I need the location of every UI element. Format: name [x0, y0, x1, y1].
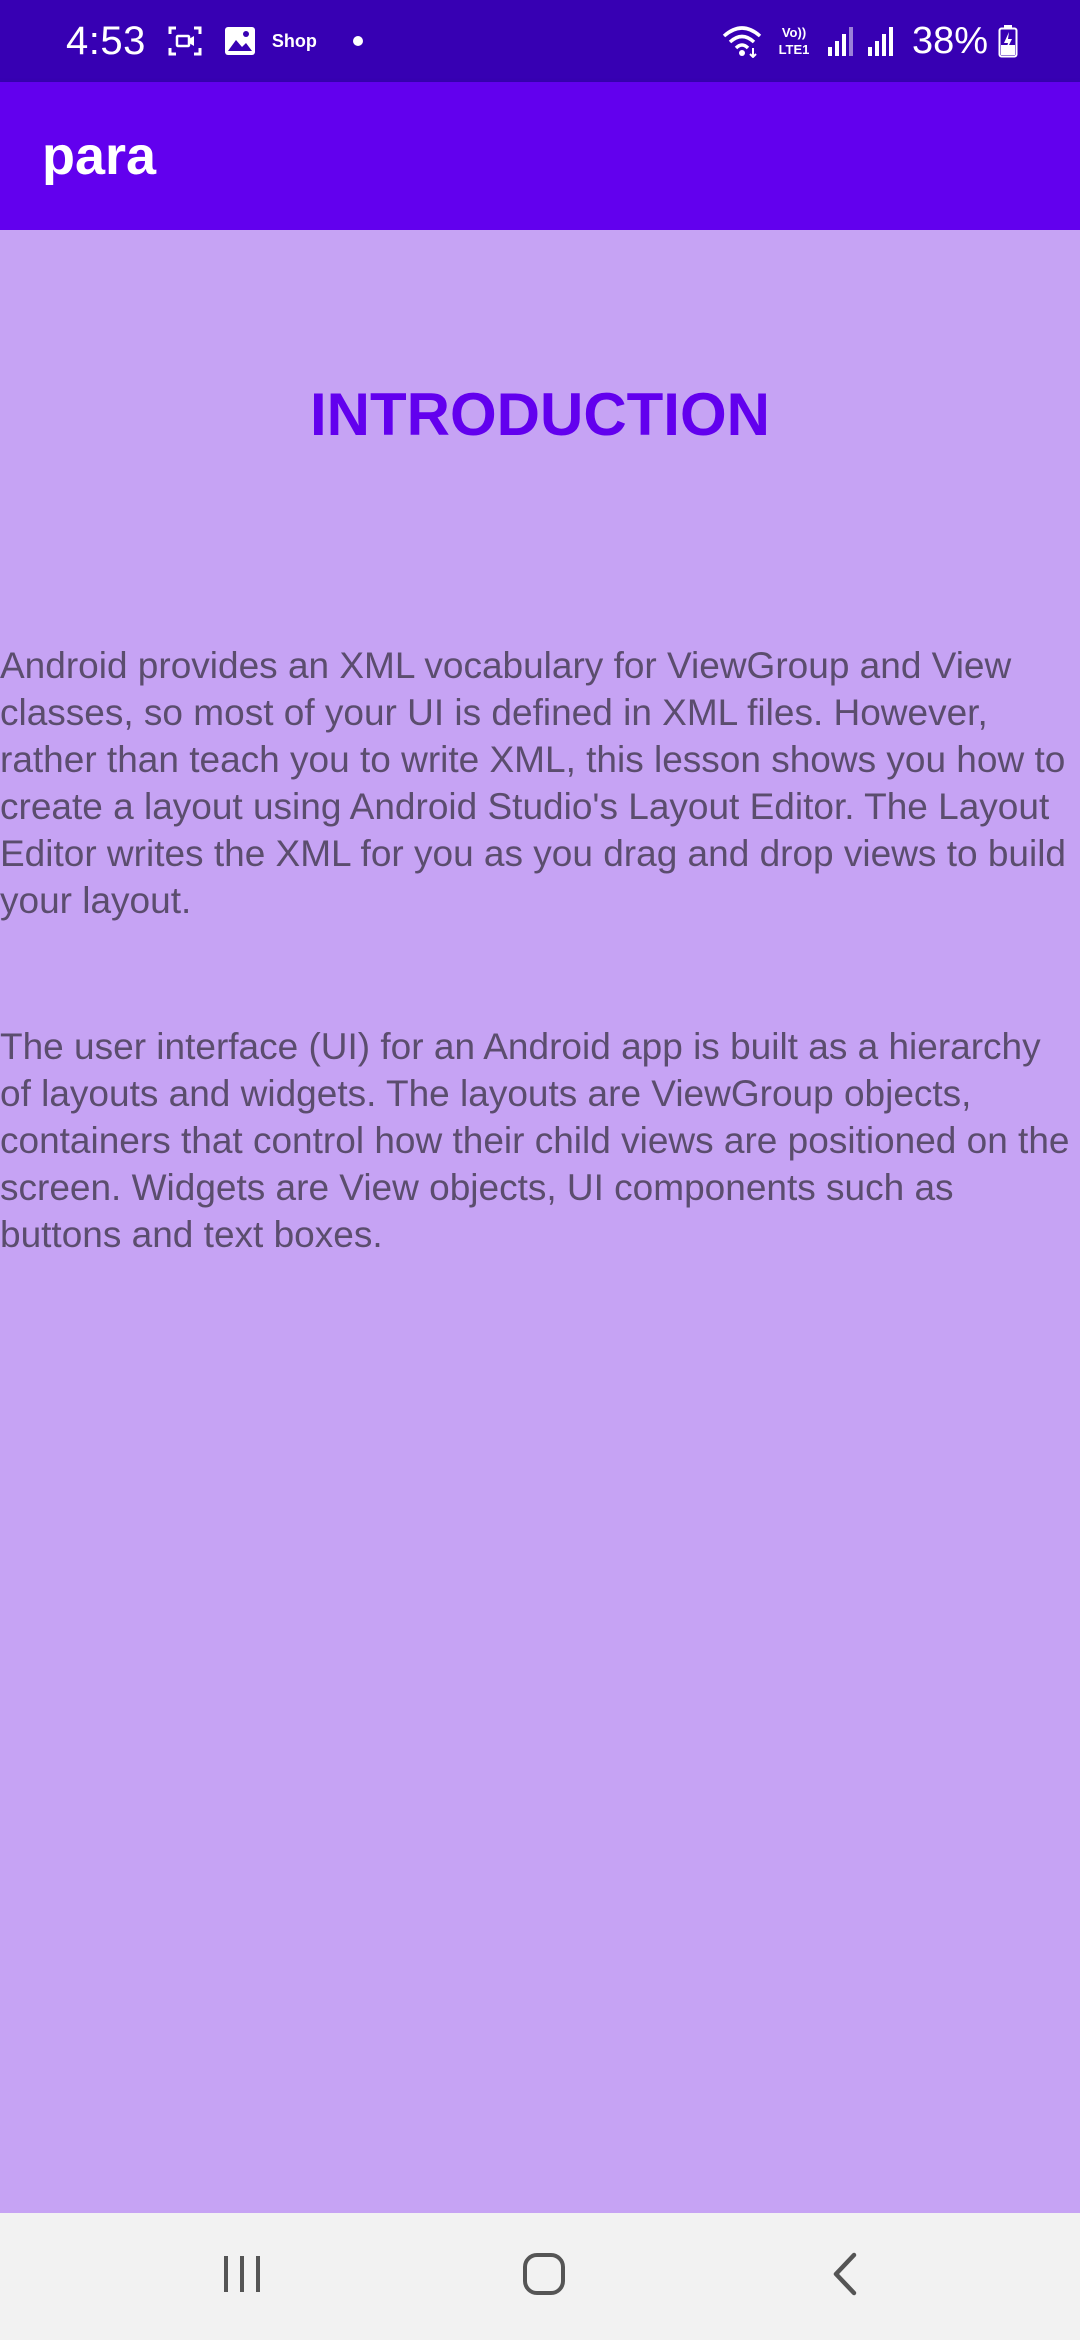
- paragraph-2: The user interface (UI) for an Android a…: [0, 1026, 1070, 1255]
- lte-label: LTE1: [779, 42, 810, 57]
- app-title: para: [42, 126, 157, 186]
- battery-percent: 38%: [911, 19, 988, 62]
- volte-lte-icon: Vo)) LTE1: [772, 23, 816, 59]
- shop-notification-label: Shop: [271, 30, 317, 51]
- recents-icon: [220, 2252, 264, 2301]
- page-heading: INTRODUCTION: [310, 381, 770, 448]
- navigation-bar: [0, 2213, 1080, 2340]
- back-button[interactable]: [766, 2213, 926, 2340]
- home-button[interactable]: [464, 2213, 624, 2340]
- battery-charging-icon: [998, 24, 1018, 58]
- home-icon: [521, 2251, 567, 2302]
- volte-label: Vo)): [782, 25, 806, 40]
- gallery-icon: [224, 26, 256, 56]
- dot-icon: [352, 36, 363, 46]
- wifi-icon: [722, 24, 762, 58]
- back-icon: [826, 2251, 866, 2302]
- signal-icon: [866, 25, 896, 57]
- status-right: Vo)) LTE1 38%: [722, 0, 1018, 82]
- paragraph-1: Android provides an XML vocabulary for V…: [0, 645, 1067, 921]
- main-content: INTRODUCTION Android provides an XML voc…: [0, 230, 1080, 2213]
- status-bar: 4:53 Shop Vo)) LTE1 38%: [0, 0, 1080, 82]
- status-left: 4:53 Shop: [66, 0, 363, 82]
- screen-record-icon: [168, 26, 202, 56]
- signal-icon: [826, 25, 856, 57]
- status-time: 4:53: [66, 18, 146, 63]
- recents-button[interactable]: [162, 2213, 322, 2340]
- app-bar: para: [0, 82, 1080, 230]
